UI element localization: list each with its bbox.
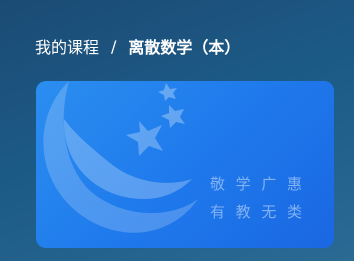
card-motto-line-1: 敬学广惠 [210,175,302,193]
breadcrumb-my-courses-link[interactable]: 我的课程 [35,34,99,58]
motto-char: 敬学广惠 [210,175,302,193]
card-motto-line-2: 有教无类 [210,203,302,221]
breadcrumb-separator: / [111,36,117,56]
breadcrumb-current-course: 离散数学（本） [128,38,241,57]
university-emblem-icon [43,81,198,233]
motto-char: 有教无类 [210,203,302,221]
course-cover-card[interactable]: 敬学广惠 有教无类 [36,81,334,248]
breadcrumb: 我的课程 / 离散数学（本） [35,33,240,59]
